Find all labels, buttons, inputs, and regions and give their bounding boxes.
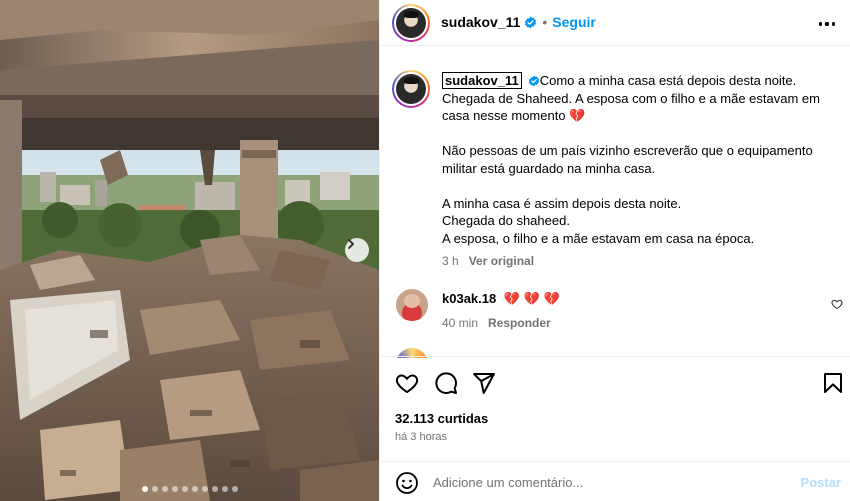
verified-icon <box>528 75 539 87</box>
commenter-avatar[interactable] <box>396 289 428 321</box>
carousel-dot <box>201 486 208 492</box>
comment-input[interactable]: Adicione um comentário... <box>433 475 583 490</box>
carousel-dot <box>171 486 178 492</box>
verified-icon <box>525 16 537 29</box>
next-slide-button[interactable] <box>345 238 369 262</box>
carousel-dot <box>161 486 168 492</box>
heart-icon[interactable] <box>395 371 419 395</box>
bookmark-icon[interactable] <box>821 371 845 395</box>
carousel-dot <box>221 486 228 492</box>
more-options-button[interactable] <box>817 14 837 34</box>
author-username[interactable]: sudakov_11 <box>441 14 520 30</box>
post-caption: sudakov_11 Como a minha casa está depois… <box>442 72 837 271</box>
comment-text: 💔 💔 💔 <box>503 291 560 306</box>
caption-meta: 3 h Ver original <box>442 253 837 271</box>
comment-like-icon[interactable] <box>831 298 843 310</box>
caption-author-avatar[interactable] <box>392 70 430 108</box>
carousel-dot <box>181 486 188 492</box>
reply-button[interactable]: Responder <box>488 316 551 330</box>
follow-button[interactable]: Seguir <box>552 14 596 30</box>
post-actions-section: 32.113 curtidas há 3 horas Adicione um c… <box>380 356 850 501</box>
comment-time: 40 min <box>442 316 479 330</box>
caption-time: 3 h <box>442 254 459 268</box>
post-comment-button[interactable]: Postar <box>801 475 841 490</box>
chevron-right-icon <box>348 239 354 249</box>
carousel-dot <box>141 486 148 492</box>
emoji-icon[interactable] <box>395 471 419 495</box>
comment-icon[interactable] <box>434 371 458 395</box>
post-timestamp: há 3 horas <box>395 431 447 443</box>
caption-text: A minha casa é assim depois desta noite. <box>442 195 682 211</box>
destroyed-apartment-photo <box>0 0 379 501</box>
caption-text: Chegada do shaheed. <box>442 213 570 228</box>
caption-text: A esposa, o filho e a mãe estavam em cas… <box>442 230 755 246</box>
post-header: sudakov_11 • Seguir <box>380 0 850 46</box>
caption-text: Não pessoas de um país vizinho escreverã… <box>442 143 813 176</box>
header-separator: • <box>542 14 548 30</box>
more-icon <box>818 22 823 26</box>
comments-scroll-area[interactable]: sudakov_11 Como a minha casa está depois… <box>380 62 850 358</box>
add-comment-bar: Adicione um comentário... Postar <box>380 461 850 501</box>
share-icon[interactable] <box>472 371 496 395</box>
see-original-link[interactable]: Ver original <box>469 254 534 268</box>
comment-username[interactable]: k03ak.18 <box>442 291 496 306</box>
post-media[interactable] <box>0 0 379 501</box>
comment-meta: 40 min Responder <box>442 316 551 330</box>
author-avatar[interactable] <box>392 4 430 42</box>
carousel-dot <box>231 486 238 492</box>
caption-username[interactable]: sudakov_11 <box>442 72 522 89</box>
comment-body: k03ak.18 💔 💔 💔 <box>442 291 822 307</box>
carousel-indicator <box>0 486 379 492</box>
instagram-post: sudakov_11 • Seguir sudakov_11 Como a min… <box>0 0 850 501</box>
carousel-dot <box>151 486 158 492</box>
carousel-dot <box>191 486 198 492</box>
likes-count[interactable]: 32.113 curtidas <box>395 411 488 426</box>
carousel-dot <box>211 486 218 492</box>
post-side-panel: sudakov_11 • Seguir sudakov_11 Como a min… <box>379 0 850 501</box>
